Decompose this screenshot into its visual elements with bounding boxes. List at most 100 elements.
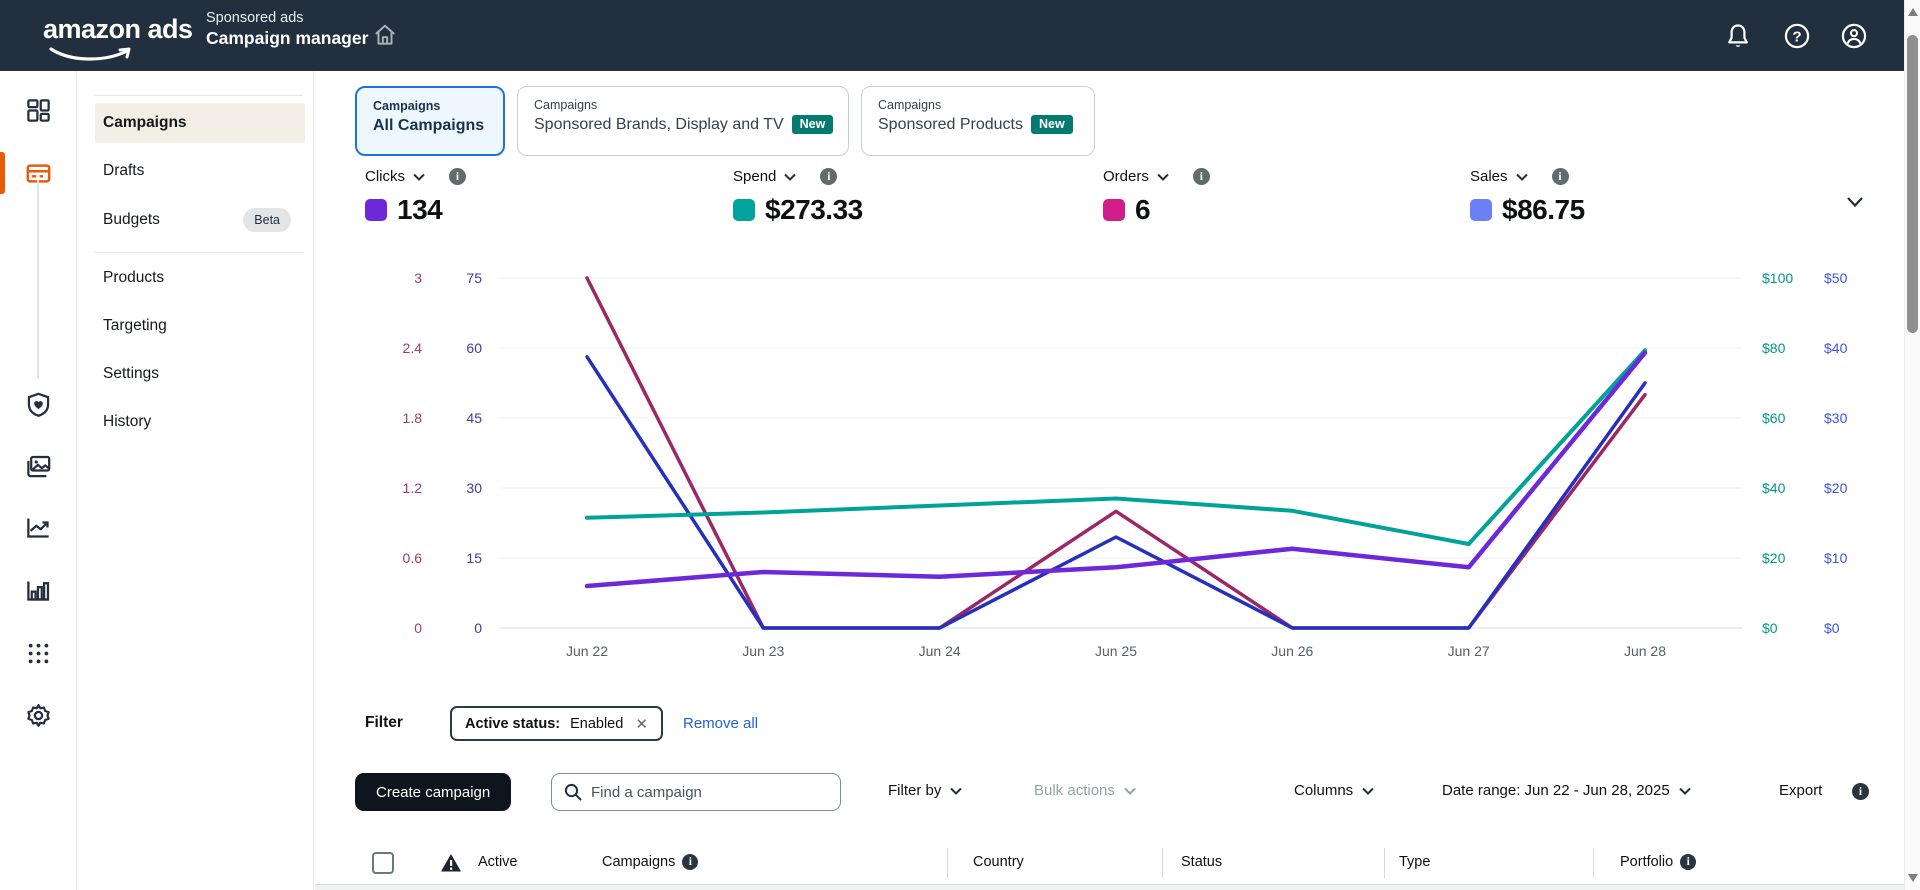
metric-color-swatch [733, 199, 755, 221]
scroll-up-icon[interactable] [1908, 8, 1918, 16]
column-header-campaigns[interactable]: Campaigns i [602, 854, 698, 870]
info-icon[interactable]: i [682, 854, 698, 870]
info-icon[interactable]: i [449, 168, 466, 185]
export-button[interactable]: Export [1779, 782, 1822, 799]
axis-tick-label: $50 [1824, 270, 1848, 286]
menu-divider [95, 95, 303, 96]
tab-sponsored-brands-display-tv[interactable]: Campaigns Sponsored Brands, Display and … [517, 86, 849, 156]
tab-sponsored-products[interactable]: Campaigns Sponsored ProductsNew [861, 86, 1095, 156]
collapse-chart-chevron-icon[interactable] [1846, 196, 1864, 208]
sidebar-item-budgets[interactable]: Budgets Beta [95, 200, 305, 240]
sidebar-item-drafts[interactable]: Drafts [95, 151, 305, 191]
filter-chip-active-status[interactable]: Active status: Enabled ✕ [450, 706, 663, 741]
amazon-smile-icon [49, 47, 135, 63]
chevron-down-icon [1516, 173, 1528, 181]
filter-by-dropdown[interactable]: Filter by [888, 782, 962, 799]
axis-tick-label: 0 [474, 620, 482, 636]
brand-safety-shield-icon[interactable] [25, 391, 52, 418]
bulk-actions-dropdown[interactable]: Bulk actions [1034, 782, 1136, 799]
sidebar-item-settings[interactable]: Settings [95, 354, 305, 394]
metric-label: Clicks [365, 168, 405, 185]
sidebar-item-products[interactable]: Products [95, 258, 305, 298]
apps-grid-icon[interactable] [25, 640, 52, 667]
column-header-active[interactable]: Active [478, 854, 518, 870]
vertical-scrollbar[interactable] [1904, 0, 1920, 890]
column-header-portfolio[interactable]: Portfolio i [1620, 854, 1696, 870]
svg-text:?: ? [1792, 28, 1801, 45]
column-divider [947, 848, 948, 878]
info-icon[interactable]: i [1852, 783, 1869, 800]
axis-tick-label: $40 [1762, 480, 1786, 496]
metric-spend-dropdown[interactable]: Spend i [733, 168, 863, 185]
metric-label: Orders [1103, 168, 1149, 185]
performance-chart: 00.61.21.82.4301530456075$0$20$40$60$80$… [360, 258, 1882, 670]
column-header-country[interactable]: Country [973, 854, 1024, 870]
axis-tick-label: 75 [466, 270, 482, 286]
app-header: amazon ads Sponsored ads Campaign manage… [0, 0, 1904, 71]
axis-tick-label: 0.6 [403, 550, 423, 566]
metric-value: $273.33 [765, 194, 863, 226]
column-header-status[interactable]: Status [1181, 854, 1222, 870]
create-campaign-button[interactable]: Create campaign [355, 773, 511, 811]
column-label: Campaigns [602, 854, 675, 870]
sidebar-item-campaigns[interactable]: Campaigns [95, 103, 305, 143]
metric-spend: Spend i $273.33 [733, 168, 863, 226]
warning-icon [440, 852, 462, 874]
bulk-actions-label: Bulk actions [1034, 782, 1115, 799]
tab-all-campaigns[interactable]: Campaigns All Campaigns [355, 86, 505, 156]
axis-tick-label: 45 [466, 410, 482, 426]
notifications-bell-icon[interactable] [1724, 22, 1752, 50]
remove-all-link[interactable]: Remove all [683, 715, 758, 732]
info-icon[interactable]: i [1552, 168, 1569, 185]
columns-label: Columns [1294, 782, 1353, 799]
series-line-sales [587, 357, 1645, 628]
app-subtitle: Sponsored ads [206, 10, 368, 26]
x-axis-label: Jun 27 [1448, 643, 1490, 659]
reports-bar-chart-icon[interactable] [25, 577, 52, 604]
axis-tick-label: 2.4 [403, 340, 423, 356]
info-icon[interactable]: i [1193, 168, 1210, 185]
info-icon[interactable]: i [1680, 854, 1696, 870]
scroll-down-icon[interactable] [1908, 874, 1918, 882]
axis-tick-label: $30 [1824, 410, 1848, 426]
axis-tick-label: $0 [1824, 620, 1840, 636]
metric-clicks: Clicks i 134 [365, 168, 466, 226]
x-axis-label: Jun 25 [1095, 643, 1137, 659]
metric-orders-dropdown[interactable]: Orders i [1103, 168, 1210, 185]
metric-clicks-dropdown[interactable]: Clicks i [365, 168, 466, 185]
insights-trend-icon[interactable] [25, 514, 52, 541]
home-icon[interactable] [372, 22, 398, 48]
filter-by-label: Filter by [888, 782, 941, 799]
axis-tick-label: $60 [1762, 410, 1786, 426]
filter-chip-value: Enabled [570, 716, 623, 732]
help-icon[interactable]: ? [1783, 22, 1811, 50]
scrollbar-thumb[interactable] [1907, 35, 1918, 333]
settings-gear-icon[interactable] [25, 702, 52, 729]
axis-tick-label: $40 [1824, 340, 1848, 356]
close-icon[interactable]: ✕ [633, 715, 648, 733]
series-line-spend [587, 350, 1645, 544]
x-axis-label: Jun 23 [742, 643, 784, 659]
amazon-ads-logo[interactable]: amazon ads [43, 14, 193, 45]
beta-badge: Beta [243, 208, 291, 232]
axis-tick-label: 1.2 [403, 480, 423, 496]
column-header-type[interactable]: Type [1399, 854, 1430, 870]
account-icon[interactable] [1840, 22, 1868, 50]
creative-assets-icon[interactable] [25, 453, 52, 480]
tab-eyebrow: Campaigns [373, 99, 487, 113]
sidebar-item-targeting[interactable]: Targeting [95, 306, 305, 346]
filter-label: Filter [365, 714, 403, 732]
campaign-search[interactable] [551, 773, 841, 811]
dashboard-icon[interactable] [25, 97, 52, 124]
columns-dropdown[interactable]: Columns [1294, 782, 1374, 799]
info-icon[interactable]: i [820, 168, 837, 185]
sidebar-item-history[interactable]: History [95, 402, 305, 442]
metric-sales-dropdown[interactable]: Sales i [1470, 168, 1585, 185]
date-range-dropdown[interactable]: Date range: Jun 22 - Jun 28, 2025 [1442, 782, 1691, 799]
tab-label: Sponsored Brands, Display and TVNew [534, 116, 832, 135]
search-input[interactable] [591, 784, 811, 801]
chevron-down-icon [784, 173, 796, 181]
select-all-checkbox[interactable] [372, 852, 394, 874]
chevron-down-icon [1124, 787, 1136, 795]
chevron-down-icon [1157, 173, 1169, 181]
